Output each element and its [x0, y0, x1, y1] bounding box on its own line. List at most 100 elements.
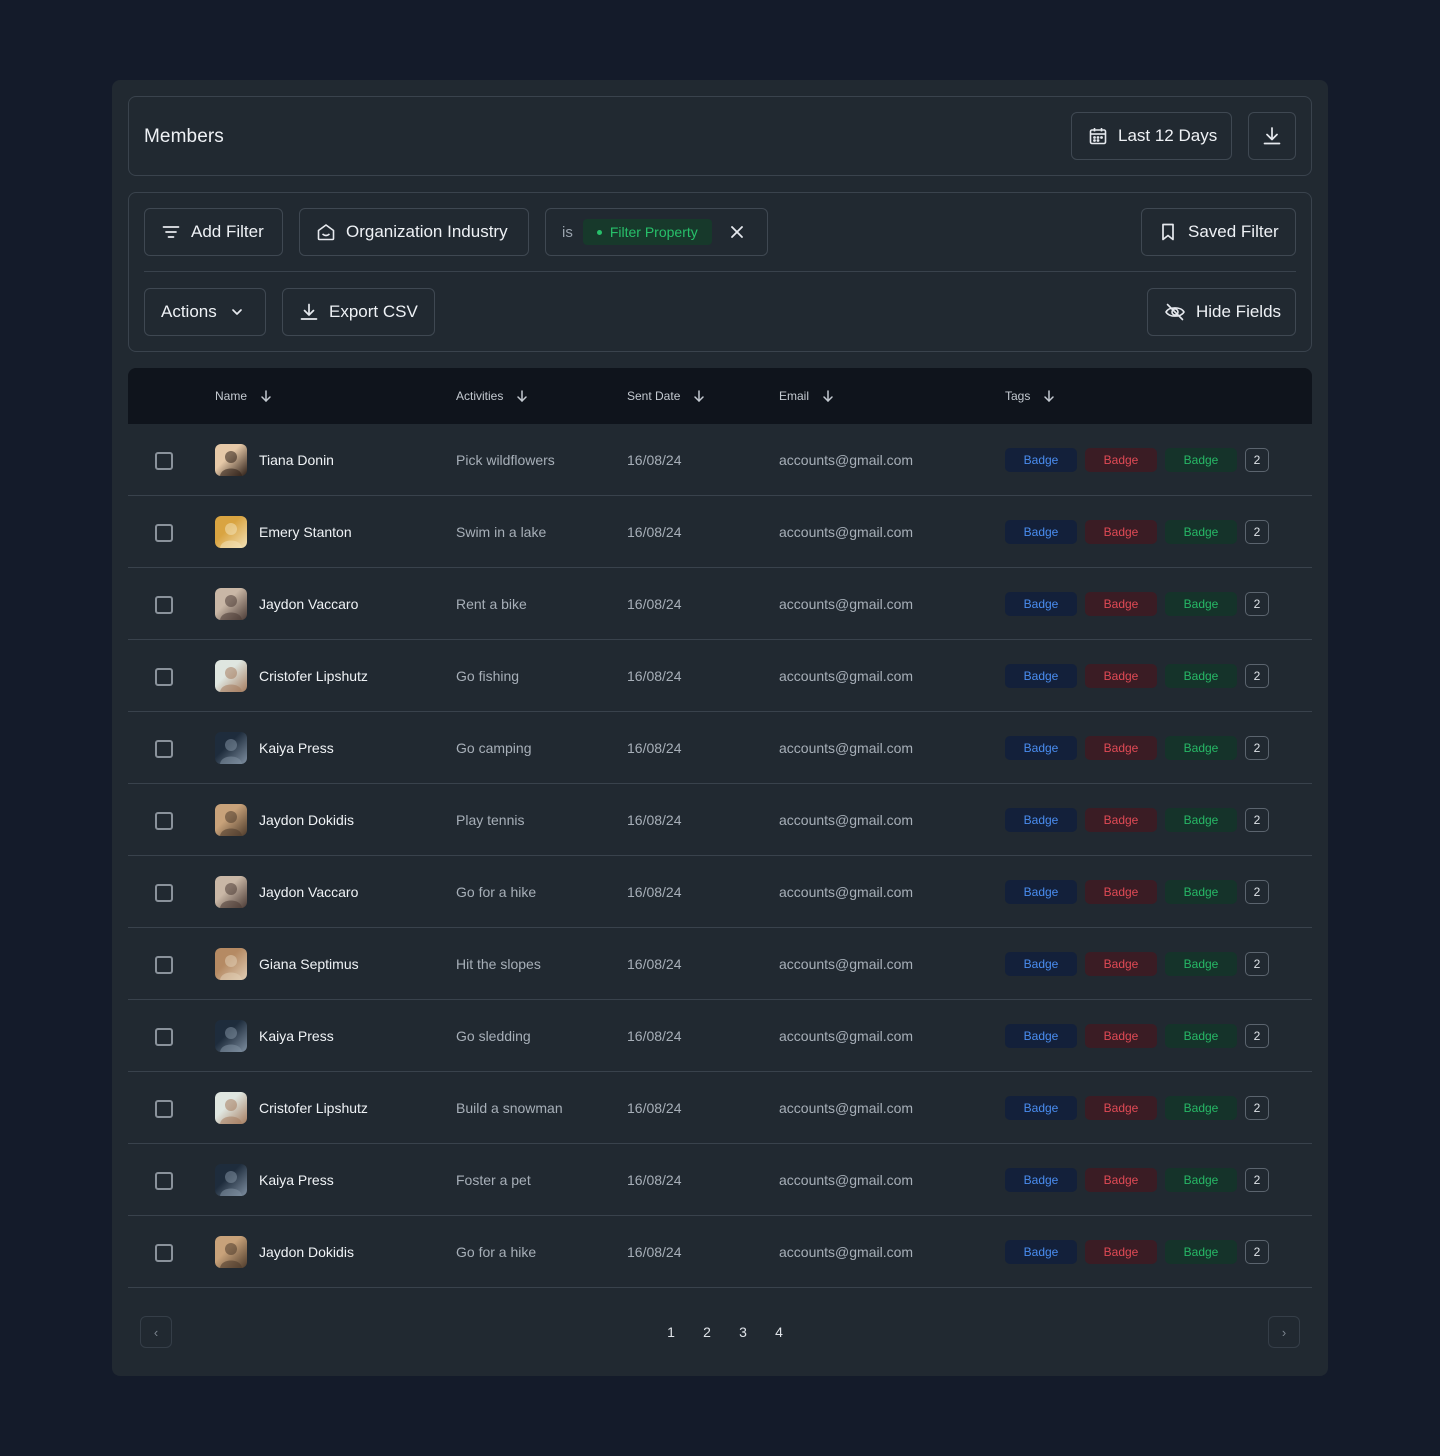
column-header-name[interactable]: Name	[215, 368, 273, 424]
tag-count-badge[interactable]: 2	[1245, 808, 1269, 832]
row-checkbox[interactable]	[155, 740, 173, 758]
tag-badge: Badge	[1165, 592, 1237, 616]
filter-card: Add Filter Organization Industry is Filt…	[128, 192, 1312, 352]
hide-fields-button[interactable]: Hide Fields	[1147, 288, 1296, 336]
email: accounts@gmail.com	[779, 596, 914, 612]
bookmark-icon	[1162, 223, 1174, 241]
avatar	[215, 444, 247, 476]
add-filter-button[interactable]: Add Filter	[144, 208, 283, 256]
column-label: Email	[779, 389, 810, 403]
tag-badge: Badge	[1005, 1096, 1077, 1120]
email: accounts@gmail.com	[779, 524, 914, 540]
row-checkbox[interactable]	[155, 524, 173, 542]
tag-badge: Badge	[1085, 952, 1157, 976]
member-name: Kaiya Press	[259, 1028, 334, 1044]
table-row[interactable]: Jaydon Dokidis Play tennis 16/08/24 acco…	[128, 784, 1312, 856]
tag-count-badge[interactable]: 2	[1245, 1096, 1269, 1120]
tag-badge: Badge	[1005, 1240, 1077, 1264]
chevron-left-icon: ‹	[153, 1324, 159, 1340]
page-number[interactable]: 3	[725, 1316, 761, 1348]
column-header-sent-date[interactable]: Sent Date	[627, 368, 706, 424]
email: accounts@gmail.com	[779, 1028, 914, 1044]
sent-date: 16/08/24	[627, 1100, 682, 1116]
activity: Build a snowman	[456, 1100, 563, 1116]
page-number[interactable]: 2	[689, 1316, 725, 1348]
tag-badge: Badge	[1005, 1168, 1077, 1192]
member-name: Kaiya Press	[259, 1172, 334, 1188]
table-row[interactable]: Emery Stanton Swim in a lake 16/08/24 ac…	[128, 496, 1312, 568]
tag-badge: Badge	[1085, 808, 1157, 832]
activity: Go sledding	[456, 1028, 531, 1044]
table-row[interactable]: Giana Septimus Hit the slopes 16/08/24 a…	[128, 928, 1312, 1000]
date-range-button[interactable]: Last 12 Days	[1071, 112, 1232, 160]
tag-count-badge[interactable]: 2	[1245, 1024, 1269, 1048]
organization-industry-button[interactable]: Organization Industry	[299, 208, 529, 256]
tag-badge: Badge	[1165, 1240, 1237, 1264]
prev-page-button[interactable]: ‹	[140, 1316, 172, 1348]
eye-off-icon	[1165, 303, 1185, 321]
avatar	[215, 1020, 247, 1052]
condition-operator: is	[562, 223, 573, 241]
page-number[interactable]: 4	[761, 1316, 797, 1348]
row-checkbox[interactable]	[155, 1100, 173, 1118]
sort-arrow-icon	[261, 390, 271, 402]
email: accounts@gmail.com	[779, 1172, 914, 1188]
tag-count-badge[interactable]: 2	[1245, 1168, 1269, 1192]
activity: Hit the slopes	[456, 956, 541, 972]
tag-count-badge[interactable]: 2	[1245, 952, 1269, 976]
tag-badge: Badge	[1085, 1168, 1157, 1192]
row-checkbox[interactable]	[155, 884, 173, 902]
calendar-icon	[1089, 128, 1107, 145]
table-row[interactable]: Jaydon Vaccaro Go for a hike 16/08/24 ac…	[128, 856, 1312, 928]
filter-property-tag[interactable]: Filter Property	[582, 219, 712, 245]
row-checkbox[interactable]	[155, 1028, 173, 1046]
tag-count-badge[interactable]: 2	[1245, 880, 1269, 904]
tag-count-badge[interactable]: 2	[1245, 592, 1269, 616]
tag-badge: Badge	[1165, 1024, 1237, 1048]
row-checkbox[interactable]	[155, 668, 173, 686]
tag-badge: Badge	[1085, 592, 1157, 616]
column-label: Name	[215, 389, 248, 403]
close-icon[interactable]	[730, 225, 744, 239]
column-header-activities[interactable]: Activities	[456, 368, 529, 424]
activity: Rent a bike	[456, 596, 527, 612]
row-checkbox[interactable]	[155, 596, 173, 614]
row-checkbox[interactable]	[155, 1172, 173, 1190]
table-row[interactable]: Kaiya Press Go sledding 16/08/24 account…	[128, 1000, 1312, 1072]
status-dot-icon	[596, 229, 602, 235]
tag-count-badge[interactable]: 2	[1245, 736, 1269, 760]
actions-dropdown[interactable]: Actions	[144, 288, 266, 336]
tag-count-badge[interactable]: 2	[1245, 520, 1269, 544]
row-checkbox[interactable]	[155, 452, 173, 470]
download-button[interactable]	[1248, 112, 1296, 160]
page-number[interactable]: 1	[653, 1316, 689, 1348]
tag-count-badge[interactable]: 2	[1245, 1240, 1269, 1264]
row-checkbox[interactable]	[155, 1244, 173, 1262]
table-row[interactable]: Jaydon Vaccaro Rent a bike 16/08/24 acco…	[128, 568, 1312, 640]
column-header-tags[interactable]: Tags	[1005, 368, 1056, 424]
sort-arrow-icon	[823, 390, 833, 402]
row-checkbox[interactable]	[155, 812, 173, 830]
table-row[interactable]: Kaiya Press Go camping 16/08/24 accounts…	[128, 712, 1312, 784]
email: accounts@gmail.com	[779, 1100, 914, 1116]
table-row[interactable]: Cristofer Lipshutz Go fishing 16/08/24 a…	[128, 640, 1312, 712]
table-row[interactable]: Jaydon Dokidis Go for a hike 16/08/24 ac…	[128, 1216, 1312, 1288]
email: accounts@gmail.com	[779, 884, 914, 900]
tag-count-badge[interactable]: 2	[1245, 664, 1269, 688]
export-csv-button[interactable]: Export CSV	[282, 288, 435, 336]
tag-badge: Badge	[1085, 1024, 1157, 1048]
saved-filter-button[interactable]: Saved Filter	[1141, 208, 1296, 256]
sent-date: 16/08/24	[627, 884, 682, 900]
column-label: Tags	[1005, 389, 1031, 403]
table-row[interactable]: Kaiya Press Foster a pet 16/08/24 accoun…	[128, 1144, 1312, 1216]
member-name: Jaydon Dokidis	[259, 1244, 354, 1260]
avatar	[215, 660, 247, 692]
activity: Pick wildflowers	[456, 452, 555, 468]
row-checkbox[interactable]	[155, 956, 173, 974]
tag-count-badge[interactable]: 2	[1245, 448, 1269, 472]
next-page-button[interactable]: ›	[1268, 1316, 1300, 1348]
column-header-email[interactable]: Email	[779, 368, 835, 424]
email: accounts@gmail.com	[779, 812, 914, 828]
table-row[interactable]: Tiana Donin Pick wildflowers 16/08/24 ac…	[128, 424, 1312, 496]
table-row[interactable]: Cristofer Lipshutz Build a snowman 16/08…	[128, 1072, 1312, 1144]
